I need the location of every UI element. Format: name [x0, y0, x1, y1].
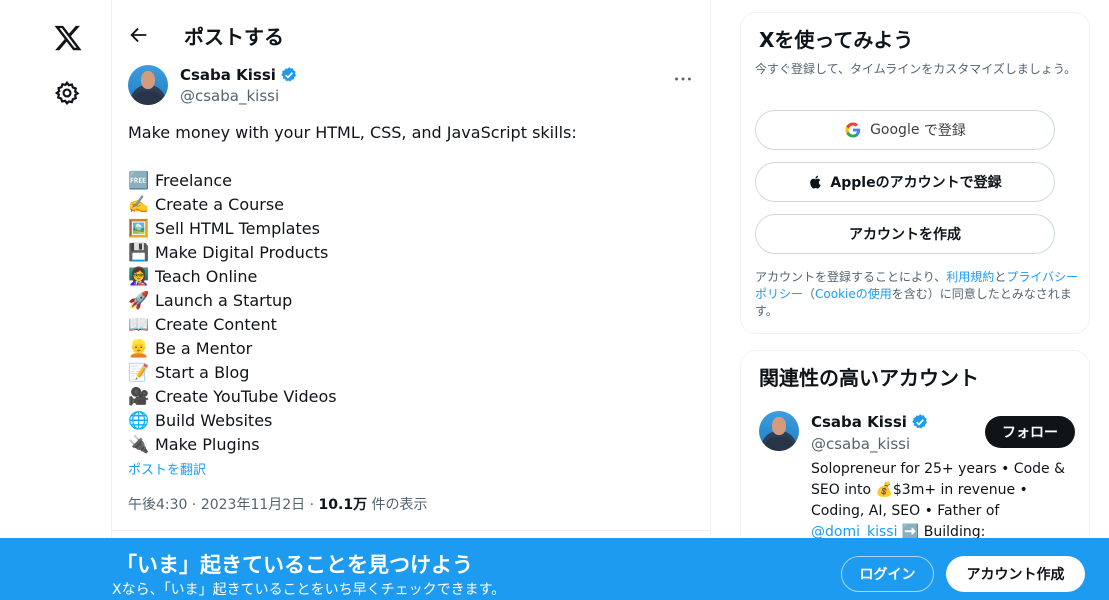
list-item: 📝 Start a Blog — [128, 361, 694, 385]
plug-emoji-icon: 🔌 — [128, 435, 150, 455]
list-item: 🖼️ Sell HTML Templates — [128, 217, 694, 241]
banner-subtitle: Xなら、「いま」起きていることをいち早くチェックできます。 — [112, 582, 506, 598]
related-account-bio: Solopreneur for 25+ years • Code & SEO i… — [811, 459, 1069, 543]
list-item: 👩‍🏫 Teach Online — [128, 265, 694, 289]
post-date[interactable]: 2023年11月2日 — [201, 497, 305, 513]
terms-notice: アカウントを登録することにより、利用規約とプライバシーポリシー（Cookieの使… — [755, 269, 1079, 320]
signup-card: Xを使ってみよう 今すぐ登録して、タイムラインをカスタマイズしましょう。 Goo… — [740, 12, 1090, 334]
bio-text: Solopreneur for 25+ years • Code & SEO i… — [811, 461, 1066, 519]
author-handle[interactable]: @csaba_kissi — [180, 87, 279, 105]
writing-hand-emoji-icon: ✍️ — [128, 195, 150, 215]
views-count: 10.1万 — [318, 497, 368, 513]
apple-signup-label: Appleのアカウントで登録 — [830, 175, 1002, 191]
terms-prefix: アカウントを登録することにより、 — [755, 270, 947, 284]
author-name-text[interactable]: Csaba Kissi — [180, 66, 276, 84]
google-brand-text: Google — [870, 122, 920, 138]
list-item: 🆓 Freelance — [128, 169, 694, 193]
post-intro: Make money with your HTML, CSS, and Java… — [128, 123, 577, 142]
apple-signup-button[interactable]: Appleのアカウントで登録 — [755, 162, 1055, 202]
verified-badge-icon — [912, 414, 927, 429]
author-name[interactable]: Csaba Kissi — [180, 66, 298, 84]
cookie-link[interactable]: Cookieの使用 — [815, 287, 892, 301]
list-item: 🎥 Create YouTube Videos — [128, 385, 694, 409]
google-signup-button[interactable]: Google で登録 — [755, 110, 1055, 150]
login-button[interactable]: ログイン — [841, 556, 934, 592]
banner-title: 「いま」起きていることを見つけよう — [116, 553, 473, 577]
page-title: ポストする — [184, 25, 284, 49]
open-book-emoji-icon: 📖 — [128, 315, 150, 335]
list-item: 🚀 Launch a Startup — [128, 289, 694, 313]
post-text: Make money with your HTML, CSS, and Java… — [128, 121, 694, 457]
gear-icon[interactable] — [54, 80, 80, 106]
list-item: 💾 Make Digital Products — [128, 241, 694, 265]
signup-card-title: Xを使ってみよう — [759, 28, 914, 52]
divider — [112, 530, 710, 531]
free-emoji-icon: 🆓 — [128, 171, 150, 191]
create-account-label: アカウントを作成 — [849, 227, 961, 243]
post-column: ポストする Csaba Kissi @csaba_kissi Make mone… — [111, 0, 711, 600]
list-item-text: Launch a Startup — [155, 291, 293, 310]
views-label: 件の表示 — [371, 497, 428, 513]
avatar[interactable] — [759, 411, 799, 451]
person-emoji-icon: 👱 — [128, 339, 150, 359]
list-item-text: Build Websites — [155, 411, 273, 430]
google-icon — [845, 122, 861, 138]
list-item: 📖 Create Content — [128, 313, 694, 337]
list-item: 🌐 Build Websites — [128, 409, 694, 433]
post-author: Csaba Kissi @csaba_kissi — [128, 64, 694, 112]
list-item-text: Make Digital Products — [155, 243, 329, 262]
list-item: 👱 Be a Mentor — [128, 337, 694, 361]
list-item-text: Be a Mentor — [155, 339, 253, 358]
more-icon[interactable] — [672, 68, 694, 90]
list-item: 🔌 Make Plugins — [128, 433, 694, 457]
signup-card-subtitle: 今すぐ登録して、タイムラインをカスタマイズしましょう。 — [755, 62, 1077, 76]
teacher-emoji-icon: 👩‍🏫 — [128, 267, 150, 287]
post-meta: 午後4:30 · 2023年11月2日 · 10.1万 件の表示 — [128, 494, 428, 514]
rocket-emoji-icon: 🚀 — [128, 291, 150, 311]
framed-picture-emoji-icon: 🖼️ — [128, 219, 150, 239]
apple-icon — [810, 175, 821, 189]
list-item: ✍️ Create a Course — [128, 193, 694, 217]
meta-separator: · — [309, 497, 315, 513]
globe-emoji-icon: 🌐 — [128, 411, 150, 431]
avatar[interactable] — [128, 65, 168, 105]
list-item-text: Create a Course — [155, 195, 284, 214]
verified-badge-icon — [281, 67, 296, 82]
related-account-name-text[interactable]: Csaba Kissi — [811, 413, 907, 431]
list-item-text: Start a Blog — [155, 363, 250, 382]
list-item-text: Make Plugins — [155, 435, 260, 454]
post-time[interactable]: 午後4:30 — [128, 497, 187, 513]
memo-emoji-icon: 📝 — [128, 363, 150, 383]
translate-post-link[interactable]: ポストを翻訳 — [128, 459, 206, 478]
floppy-disk-emoji-icon: 💾 — [128, 243, 150, 263]
list-item-text: Teach Online — [155, 267, 258, 286]
terms-and: と — [994, 270, 1007, 284]
list-item-text: Create Content — [155, 315, 277, 334]
related-accounts-title: 関連性の高いアカウント — [759, 366, 979, 390]
movie-camera-emoji-icon: 🎥 — [128, 387, 150, 407]
bottom-signup-banner: 「いま」起きていることを見つけよう Xなら、「いま」起きていることをいち早くチェ… — [0, 538, 1109, 600]
meta-separator: · — [191, 497, 197, 513]
related-account-name[interactable]: Csaba Kissi — [811, 413, 929, 431]
left-nav — [0, 0, 112, 600]
related-account-handle[interactable]: @csaba_kissi — [811, 435, 910, 453]
list-item-text: Create YouTube Videos — [155, 387, 337, 406]
x-logo-icon[interactable] — [53, 22, 83, 54]
post-header: ポストする — [112, 12, 710, 62]
terms-link[interactable]: 利用規約 — [946, 270, 994, 284]
back-arrow-icon[interactable] — [128, 24, 150, 46]
google-signup-label: で登録 — [923, 123, 966, 139]
paren-open: （ — [803, 287, 816, 301]
signup-button[interactable]: アカウント作成 — [946, 556, 1085, 592]
list-item-text: Freelance — [155, 171, 232, 190]
follow-button[interactable]: フォロー — [985, 416, 1075, 448]
list-item-text: Sell HTML Templates — [155, 219, 320, 238]
create-account-button[interactable]: アカウントを作成 — [755, 214, 1055, 254]
